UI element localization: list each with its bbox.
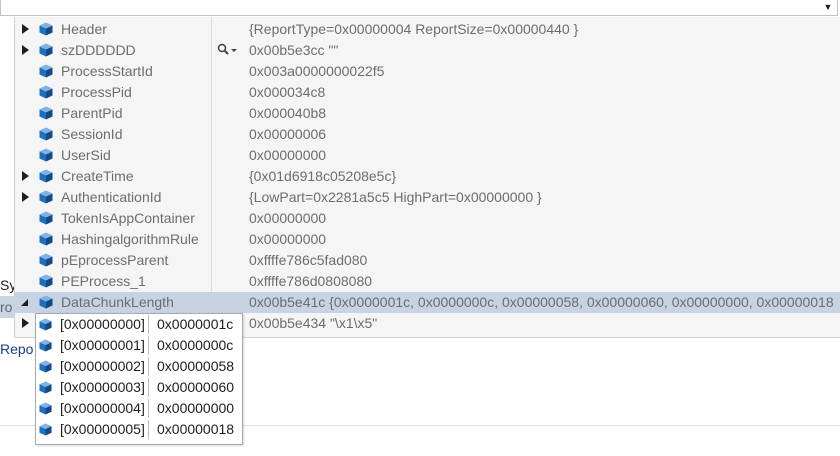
watch-row[interactable]: CreateTime {0x01d6918c05208e5c} bbox=[15, 166, 840, 187]
array-element-row[interactable]: [0x00000003] 0x00000060 bbox=[36, 377, 242, 398]
field-cube-icon bbox=[39, 381, 52, 394]
watch-row-name: DataChunkLength bbox=[61, 294, 174, 310]
watch-row-name: ProcessPid bbox=[61, 84, 132, 100]
field-cube-icon bbox=[39, 64, 53, 78]
field-cube-icon bbox=[39, 43, 53, 57]
array-element-row[interactable]: [0x00000005] 0x00000018 bbox=[36, 419, 242, 440]
watch-row[interactable]: SessionId 0x00000006 bbox=[15, 124, 840, 145]
array-element-index: [0x00000003] bbox=[57, 378, 149, 397]
field-cube-icon bbox=[39, 85, 53, 99]
watch-row-value[interactable]: 0x00000000 bbox=[249, 231, 326, 247]
chevron-down-icon[interactable]: ▼ bbox=[821, 0, 835, 15]
field-cube-icon bbox=[39, 22, 53, 36]
array-element-value[interactable]: 0x00000000 bbox=[157, 399, 234, 418]
watch-row-name: HashingalgorithmRule bbox=[61, 231, 199, 247]
watch-row-name: TokenIsAppContainer bbox=[61, 210, 195, 226]
array-element-row[interactable]: [0x00000004] 0x00000000 bbox=[36, 398, 242, 419]
field-cube-icon bbox=[39, 274, 53, 288]
array-element-value[interactable]: 0x00000060 bbox=[157, 378, 234, 397]
array-element-index: [0x00000000] bbox=[57, 315, 149, 334]
watch-row-value[interactable]: {0x01d6918c05208e5c} bbox=[249, 168, 396, 184]
watch-row[interactable]: ParentPid 0x000040b8 bbox=[15, 103, 840, 124]
watch-row[interactable]: ProcessStartId 0x003a0000000022f5 bbox=[15, 61, 840, 82]
array-element-value[interactable]: 0x0000001c bbox=[157, 315, 233, 334]
watch-row-name: Header bbox=[61, 21, 107, 37]
watch-row[interactable]: AuthenticationId {LowPart=0x2281a5c5 High… bbox=[15, 187, 840, 208]
watch-row[interactable]: UserSid 0x00000000 bbox=[15, 145, 840, 166]
editor-fragment-repo: Repo bbox=[0, 341, 34, 357]
watch-row-value[interactable]: {ReportType=0x00000004 ReportSize=0x0000… bbox=[249, 21, 578, 37]
expand-triangle-icon[interactable] bbox=[22, 171, 29, 181]
array-elements-popup: [0x00000000] 0x0000001c [0x00000001] 0x0000… bbox=[35, 313, 243, 445]
watch-row-value[interactable]: 0x000034c8 bbox=[249, 84, 325, 100]
watch-row[interactable]: TokenIsAppContainer 0x00000000 bbox=[15, 208, 840, 229]
watch-row-name: PEProcess_1 bbox=[61, 273, 146, 289]
field-cube-icon bbox=[39, 232, 53, 246]
magnifier-icon[interactable] bbox=[217, 43, 239, 57]
watch-row-value[interactable]: 0x000040b8 bbox=[249, 105, 326, 121]
array-element-value[interactable]: 0x00000018 bbox=[157, 420, 234, 439]
watch-datatip: Header {ReportType=0x00000004 ReportSize=… bbox=[14, 17, 840, 338]
expand-triangle-icon[interactable] bbox=[22, 192, 29, 202]
array-element-index: [0x00000002] bbox=[57, 357, 149, 376]
watch-row-name: ParentPid bbox=[61, 105, 123, 121]
watch-row-value[interactable]: 0x00b5e434 "\x1\x5" bbox=[249, 315, 377, 331]
watch-row-value[interactable]: {LowPart=0x2281a5c5 HighPart=0x00000000 … bbox=[249, 189, 542, 205]
collapse-triangle-icon[interactable] bbox=[21, 299, 28, 306]
field-cube-icon bbox=[39, 253, 53, 267]
watch-row[interactable]: PEProcess_1 0xffffe786d0808080 bbox=[15, 271, 840, 292]
field-cube-icon bbox=[39, 402, 52, 415]
watch-row-value[interactable]: 0xffffe786d0808080 bbox=[249, 273, 372, 289]
watch-row-value[interactable]: 0x003a0000000022f5 bbox=[249, 63, 384, 79]
expand-triangle-icon[interactable] bbox=[22, 45, 29, 55]
field-cube-icon bbox=[39, 190, 53, 204]
watch-row-name: UserSid bbox=[61, 147, 111, 163]
watch-row-value[interactable]: 0xffffe786c5fad080 bbox=[249, 252, 367, 268]
watch-row-value[interactable]: 0x00b5e41c {0x0000001c, 0x0000000c, 0x00… bbox=[249, 294, 834, 310]
field-cube-icon bbox=[39, 106, 53, 120]
array-element-index: [0x00000001] bbox=[57, 336, 149, 355]
expand-triangle-icon[interactable] bbox=[22, 24, 29, 34]
field-cube-icon bbox=[39, 148, 53, 162]
array-element-value[interactable]: 0x00000058 bbox=[157, 357, 234, 376]
editor-fragment-ro: ro bbox=[0, 296, 14, 318]
watch-row[interactable]: Header {ReportType=0x00000004 ReportSize=… bbox=[15, 19, 840, 40]
array-element-value[interactable]: 0x0000000c bbox=[157, 336, 233, 355]
top-combo-box[interactable]: ▼ bbox=[0, 0, 838, 16]
array-element-row[interactable]: [0x00000002] 0x00000058 bbox=[36, 356, 242, 377]
array-element-row[interactable]: [0x00000001] 0x0000000c bbox=[36, 335, 242, 356]
field-cube-icon bbox=[39, 360, 52, 373]
watch-row-name: AuthenticationId bbox=[61, 189, 162, 205]
array-element-index: [0x00000005] bbox=[57, 420, 149, 439]
watch-row-value[interactable]: 0x00000000 bbox=[249, 210, 326, 226]
watch-row[interactable]: szDDDDDD 0x00b5e3cc "" bbox=[15, 40, 840, 61]
watch-row[interactable]: pEprocessParent 0xffffe786c5fad080 bbox=[15, 250, 840, 271]
watch-row-name: szDDDDDD bbox=[61, 42, 136, 58]
array-element-row[interactable]: [0x00000000] 0x0000001c bbox=[36, 314, 242, 335]
watch-row-name: pEprocessParent bbox=[61, 252, 169, 268]
watch-row-value[interactable]: 0x00b5e3cc "" bbox=[249, 42, 338, 58]
watch-row-value[interactable]: 0x00000006 bbox=[249, 126, 326, 142]
field-cube-icon bbox=[39, 169, 53, 183]
watch-row-name: SessionId bbox=[61, 126, 123, 142]
watch-row[interactable]: ProcessPid 0x000034c8 bbox=[15, 82, 840, 103]
field-cube-icon bbox=[39, 211, 53, 225]
field-cube-icon bbox=[39, 127, 53, 141]
field-cube-icon bbox=[39, 423, 52, 436]
field-cube-icon bbox=[39, 295, 53, 309]
watch-row[interactable]: DataChunkLength 0x00b5e41c {0x0000001c, 0… bbox=[15, 292, 840, 313]
watch-row-name: ProcessStartId bbox=[61, 63, 153, 79]
field-cube-icon bbox=[39, 318, 52, 331]
watch-row-value[interactable]: 0x00000000 bbox=[249, 147, 326, 163]
watch-row[interactable]: HashingalgorithmRule 0x00000000 bbox=[15, 229, 840, 250]
expand-triangle-icon[interactable] bbox=[22, 318, 29, 328]
field-cube-icon bbox=[39, 339, 52, 352]
watch-row-name: CreateTime bbox=[61, 168, 134, 184]
array-element-index: [0x00000004] bbox=[57, 399, 149, 418]
